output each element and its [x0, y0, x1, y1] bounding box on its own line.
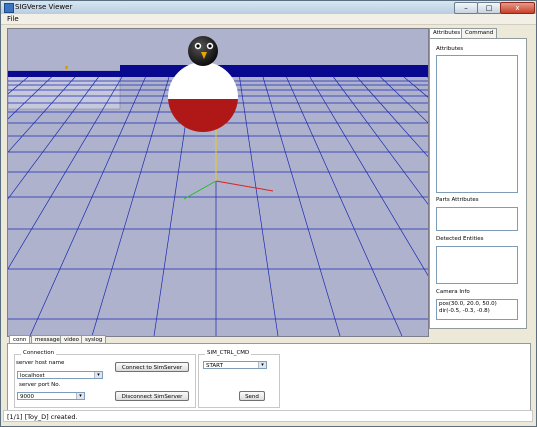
3d-viewport[interactable]	[7, 28, 429, 337]
app-window: SIGVerse Viewer – □ x File Attributes Co…	[0, 0, 537, 427]
camera-pos: pos(30.0, 20.0, 50.0)	[439, 301, 497, 307]
maximize-button[interactable]: □	[477, 2, 501, 14]
left-pupil	[196, 44, 200, 48]
parts-attributes-label: Parts Attributes	[436, 197, 479, 203]
penguin-head	[188, 36, 218, 66]
minimize-button[interactable]: –	[454, 2, 478, 14]
sim-ctrl-group-title: SIM_CTRL_CMD	[205, 350, 252, 356]
detected-entities-box[interactable]	[436, 246, 518, 284]
camera-info-label: Camera Info	[436, 289, 470, 295]
attributes-label: Attributes	[436, 46, 464, 52]
conn-panel: Connection server host name localhost ▾ …	[7, 343, 531, 411]
titlebar[interactable]: SIGVerse Viewer – □ x	[1, 1, 536, 15]
camera-info-box[interactable]: pos(30.0, 20.0, 50.0) dir(-0.5, -0.3, -0…	[436, 299, 518, 320]
send-button[interactable]: Send	[239, 391, 265, 401]
tab-command[interactable]: Command	[461, 28, 498, 38]
parts-attributes-box[interactable]	[436, 207, 518, 231]
status-bar: [1/1] [Toy_D] created.	[3, 410, 533, 422]
close-button[interactable]: x	[500, 2, 535, 14]
host-label: server host name	[16, 360, 65, 366]
detected-entities-label: Detected Entities	[436, 236, 484, 242]
menubar: File	[1, 14, 536, 25]
right-pupil	[208, 44, 212, 48]
menu-file[interactable]: File	[7, 15, 19, 23]
chevron-down-icon[interactable]: ▾	[76, 393, 84, 399]
attributes-panel: Attributes Parts Attributes Detected Ent…	[429, 38, 527, 329]
window-title: SIGVerse Viewer	[15, 3, 73, 11]
3d-scene[interactable]	[8, 29, 428, 336]
connection-group: Connection server host name localhost ▾ …	[14, 350, 196, 408]
chevron-down-icon[interactable]: ▾	[94, 372, 102, 378]
sim-command-value: START	[206, 363, 223, 369]
host-select[interactable]: localhost ▾	[17, 371, 103, 379]
host-value: localhost	[20, 373, 45, 379]
connect-button[interactable]: Connect to SimServer	[115, 362, 189, 372]
app-icon	[4, 3, 14, 13]
sim-command-select[interactable]: START ▾	[203, 361, 267, 369]
disconnect-button[interactable]: Disconnect SimServer	[115, 391, 189, 401]
connection-group-title: Connection	[21, 350, 57, 356]
attributes-list[interactable]	[436, 55, 518, 193]
port-value: 9000	[20, 394, 34, 400]
camera-dir: dir(-0.5, -0.3, -0.8)	[439, 308, 490, 314]
chevron-down-icon[interactable]: ▾	[258, 362, 266, 368]
port-label: server port No.	[19, 382, 61, 388]
port-select[interactable]: 9000 ▾	[17, 392, 85, 400]
right-tab-strip: Attributes Command	[429, 28, 529, 39]
sim-ctrl-group: SIM_CTRL_CMD START ▾ Send	[198, 350, 280, 408]
distant-object	[65, 66, 68, 69]
